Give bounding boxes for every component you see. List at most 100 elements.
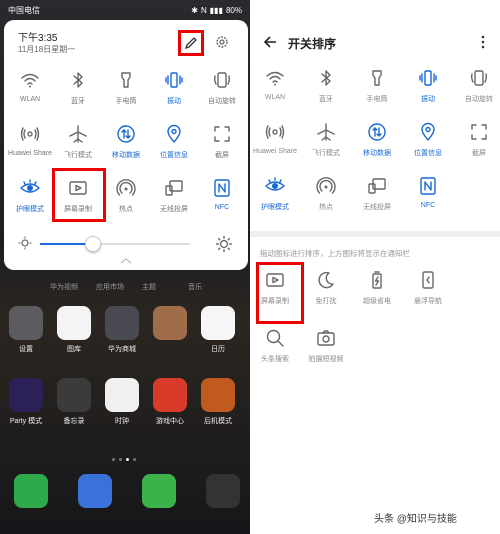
tile-label: Huawei Share [253,148,297,155]
dock-app-icon[interactable] [142,474,176,508]
vibrate-icon [418,68,438,88]
tile-label: NFC [214,204,230,211]
home-app-icon[interactable]: 后机模式 [196,378,240,426]
home-app-icon[interactable]: 日历 [196,306,240,354]
tile-label: 免打扰 [315,298,337,305]
home-app-icon[interactable]: 华为商城 [100,306,144,354]
tile-cast[interactable]: 无线投屏 [148,174,200,224]
tile-screen-record[interactable]: 屏幕录制 [52,174,104,224]
tile-screen-record[interactable]: 屏幕录制 [248,266,302,316]
home-app-icon[interactable] [148,306,192,344]
app-icon [105,306,139,340]
dock-app-icon[interactable] [14,474,48,508]
brightness-slider[interactable] [18,234,234,254]
app-icon [9,378,43,412]
tile-label: 护眼模式 [261,204,289,211]
left-phone-screen: 中国电信 ✱ N ▮▮▮ 80% 华为视频 应用市场 主题 音乐 设置 图库 华为商城… [0,0,250,534]
chevron-up-icon[interactable] [120,258,132,264]
tile-bluetooth[interactable]: 蓝牙 [299,64,353,114]
home-app-icon[interactable]: 备忘录 [52,378,96,426]
tile-moon[interactable]: 免打扰 [299,266,353,316]
tile-wifi[interactable]: WLAN [4,66,56,116]
shade-date: 11月18日星期一 [18,45,76,54]
tile-location[interactable]: 位置信息 [148,120,200,170]
tile-mobile-data[interactable]: 移动数据 [100,120,152,170]
vibrate-icon [164,70,184,90]
tile-rotate[interactable]: 自动旋转 [452,64,500,114]
tile-share[interactable]: Huawei Share [248,118,302,168]
tile-label: 移动数据 [363,150,391,157]
home-app-icon[interactable]: 设置 [4,306,48,354]
tile-cast[interactable]: 无线投屏 [350,172,404,222]
cast-icon [367,176,387,196]
tile-airplane[interactable]: 飞行模式 [299,118,353,168]
tile-rotate[interactable]: 自动旋转 [196,66,248,116]
bluetooth-icon [68,70,88,90]
app-icon [201,306,235,340]
tile-label: 截屏 [472,150,486,157]
app-icon [153,378,187,412]
screenshot-icon [212,124,232,144]
carrier-label: 中国电信 [8,5,40,15]
home-app-icon[interactable]: Party 模式 [4,378,48,426]
edit-tiles-button[interactable] [178,30,204,56]
section-divider [250,231,500,237]
tile-flashlight[interactable]: 手电筒 [100,66,152,116]
home-app-icon[interactable]: 图库 [52,306,96,354]
back-arrow-icon[interactable] [262,34,278,50]
tile-eye[interactable]: 护眼模式 [4,174,56,224]
tile-nfc[interactable]: NFC [196,174,248,224]
tile-vibrate[interactable]: 振动 [401,64,455,114]
tile-float-nav[interactable]: 悬浮导航 [401,266,455,316]
battery-label: 80% [225,5,242,15]
brightness-thumb[interactable] [84,236,101,252]
app-bar: 开关排序 [250,30,500,58]
tile-label: 振动 [421,96,435,103]
tile-vibrate[interactable]: 振动 [148,66,200,116]
tile-label: 手电筒 [366,96,388,103]
tile-nfc[interactable]: NFC [401,172,455,222]
home-app-label-faded: 华为视频 [50,284,78,291]
home-app-label-faded: 主题 [142,284,156,291]
tile-wifi[interactable]: WLAN [248,64,302,114]
signal-icon: ▮▮▮ [209,5,223,15]
rotate-icon [212,70,232,90]
tile-label: 屏幕录制 [64,206,92,213]
home-app-icon[interactable]: 时钟 [100,378,144,426]
mobile-data-icon [116,124,136,144]
page-indicator [112,458,136,461]
tile-flashlight[interactable]: 手电筒 [350,64,404,114]
tile-hotspot[interactable]: 热点 [299,172,353,222]
brightness-high-icon [216,236,232,252]
tile-camera[interactable]: 拍摄短视频 [299,324,353,374]
tile-airplane[interactable]: 飞行模式 [52,120,104,170]
battery-saver-icon [367,270,387,290]
tile-location[interactable]: 位置信息 [401,118,455,168]
bluetooth-status-icon: ✱ [191,5,198,15]
tile-eye[interactable]: 护眼模式 [248,172,302,222]
tile-screenshot[interactable]: 截屏 [452,118,500,168]
app-icon [57,378,91,412]
tile-label: 自动旋转 [208,98,236,105]
dock-app-icon[interactable] [206,474,240,508]
home-app-icon[interactable]: 游戏中心 [148,378,192,426]
tile-mobile-data[interactable]: 移动数据 [350,118,404,168]
tile-bluetooth[interactable]: 蓝牙 [52,66,104,116]
tile-label: WLAN [264,94,286,101]
more-vertical-icon[interactable] [480,34,486,50]
tile-share[interactable]: Huawei Share [4,120,56,170]
search-icon [265,328,285,348]
home-app-label-faded: 音乐 [188,284,202,291]
tile-label: 护眼模式 [16,206,44,213]
app-name: 备忘录 [63,418,85,425]
tile-screenshot[interactable]: 截屏 [196,120,248,170]
tile-battery-saver[interactable]: 超级省电 [350,266,404,316]
dock-app-icon[interactable] [78,474,112,508]
pencil-icon [184,37,197,50]
tile-label: 拍摄短视频 [308,356,344,363]
gear-icon[interactable] [214,34,230,50]
tile-hotspot[interactable]: 热点 [100,174,152,224]
tile-label: 蓝牙 [319,96,333,103]
watermark: 头条 @知识与技能 [374,514,457,525]
tile-search[interactable]: 头条搜索 [248,324,302,374]
